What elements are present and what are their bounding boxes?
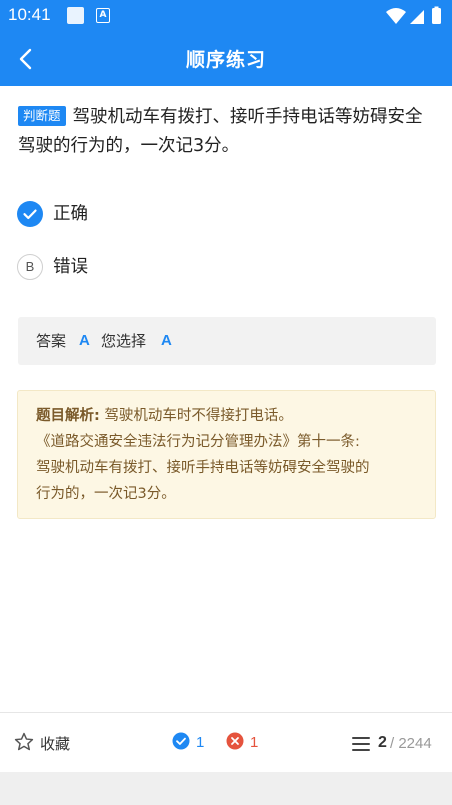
bottom-bar: 收藏 1 1 2 / 2244 [0,712,452,772]
status-right-icons [386,6,441,24]
wrong-count-stat[interactable]: 1 [226,732,258,754]
favorite-button[interactable]: 收藏 [13,731,70,755]
favorite-label: 收藏 [40,735,71,753]
system-nav-bar [0,772,452,805]
analysis-line-3: 驾驶机动车有拨打、接听手持电话等妨碍安全驾驶的 [36,460,370,476]
app-bar: 顺序练习 [0,31,452,86]
question-text: 驾驶机动车有拨打、接听手持电话等妨碍安全驾驶的行为的，一次记3分。 [18,107,423,156]
status-time: 10:41 [8,5,51,24]
option-b-letter: B [17,254,43,280]
question: 判断题 驾驶机动车有拨打、接听手持电话等妨碍安全驾驶的行为的，一次记3分。 [18,103,434,161]
option-b[interactable]: B 错误 [17,252,217,282]
notification-square-icon [67,7,84,24]
battery-icon [432,8,441,24]
chosen-value: A [161,332,172,349]
correct-count-stat[interactable]: 1 [172,732,204,754]
signal-icon [410,10,424,24]
menu-list-icon [352,737,370,751]
correct-count: 1 [196,734,205,751]
app-a-icon: A [96,8,110,23]
answer-box: 答案 A 您选择 A [18,317,436,365]
status-bar: 10:41 A [0,0,452,31]
wifi-icon [386,8,406,24]
current-index: 2 [378,734,387,751]
page-title: 顺序练习 [185,49,266,71]
check-circle-icon [172,732,190,750]
analysis-line-4: 行为的，一次记3分。 [36,486,176,502]
option-b-label: 错误 [53,257,88,277]
option-a-label: 正确 [53,204,88,224]
wrong-count: 1 [250,734,259,751]
total-count: / 2244 [390,735,432,752]
chosen-label: 您选择 [101,332,147,350]
question-progress[interactable]: 2 / 2244 [352,731,442,755]
star-icon [14,732,34,751]
question-type-badge: 判断题 [18,106,66,126]
answer-label: 答案 [36,332,67,350]
x-circle-icon [226,732,244,750]
answer-value: A [79,332,90,349]
analysis-line-1: 驾驶机动车时不得接打电话。 [104,408,293,424]
analysis-heading: 题目解析: [36,408,100,424]
analysis-line-2: 《道路交通安全违法行为记分管理办法》第十一条: [36,434,360,450]
analysis-box: 题目解析: 驾驶机动车时不得接打电话。 《道路交通安全违法行为记分管理办法》第十… [17,390,436,519]
option-a[interactable]: 正确 [17,199,217,229]
check-circle-icon [17,201,43,227]
